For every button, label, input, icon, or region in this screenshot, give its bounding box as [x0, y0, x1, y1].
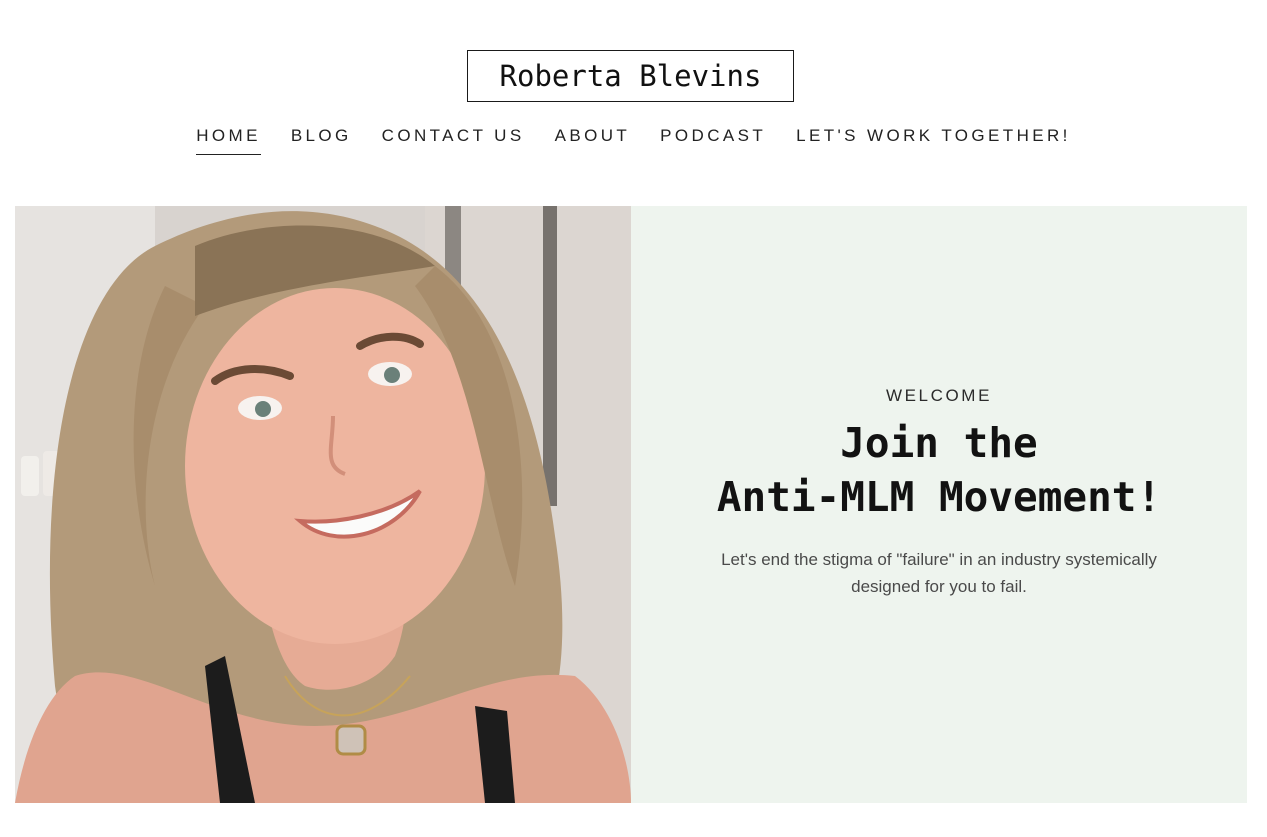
hero-headline: Join the Anti-MLM Movement!	[631, 416, 1247, 524]
nav-item-podcast[interactable]: PODCAST	[660, 126, 766, 155]
nav-item-blog[interactable]: BLOG	[291, 126, 352, 155]
headline-line-1: Join the	[840, 419, 1038, 467]
nav-item-contact-us[interactable]: CONTACT US	[382, 126, 525, 155]
nav-item-lets-work-together[interactable]: LET'S WORK TOGETHER!	[796, 126, 1071, 155]
nav-item-about[interactable]: ABOUT	[555, 126, 631, 155]
hero-text-group: WELCOME Join the Anti-MLM Movement! Let'…	[631, 386, 1247, 600]
main-nav: HOME BLOG CONTACT US ABOUT PODCAST LET'S…	[0, 126, 1267, 155]
hero-portrait-image	[15, 206, 631, 803]
portrait-illustration	[15, 206, 631, 803]
hero-section: WELCOME Join the Anti-MLM Movement! Let'…	[15, 206, 1247, 803]
headline-line-2: Anti-MLM Movement!	[716, 473, 1162, 521]
nav-item-home[interactable]: HOME	[196, 126, 261, 155]
site-logo[interactable]: Roberta Blevins	[467, 50, 794, 102]
hero-subtext: Let's end the stigma of "failure" in an …	[721, 550, 1157, 596]
welcome-eyebrow: WELCOME	[885, 386, 993, 405]
hero-text-panel: WELCOME Join the Anti-MLM Movement! Let'…	[631, 206, 1247, 803]
